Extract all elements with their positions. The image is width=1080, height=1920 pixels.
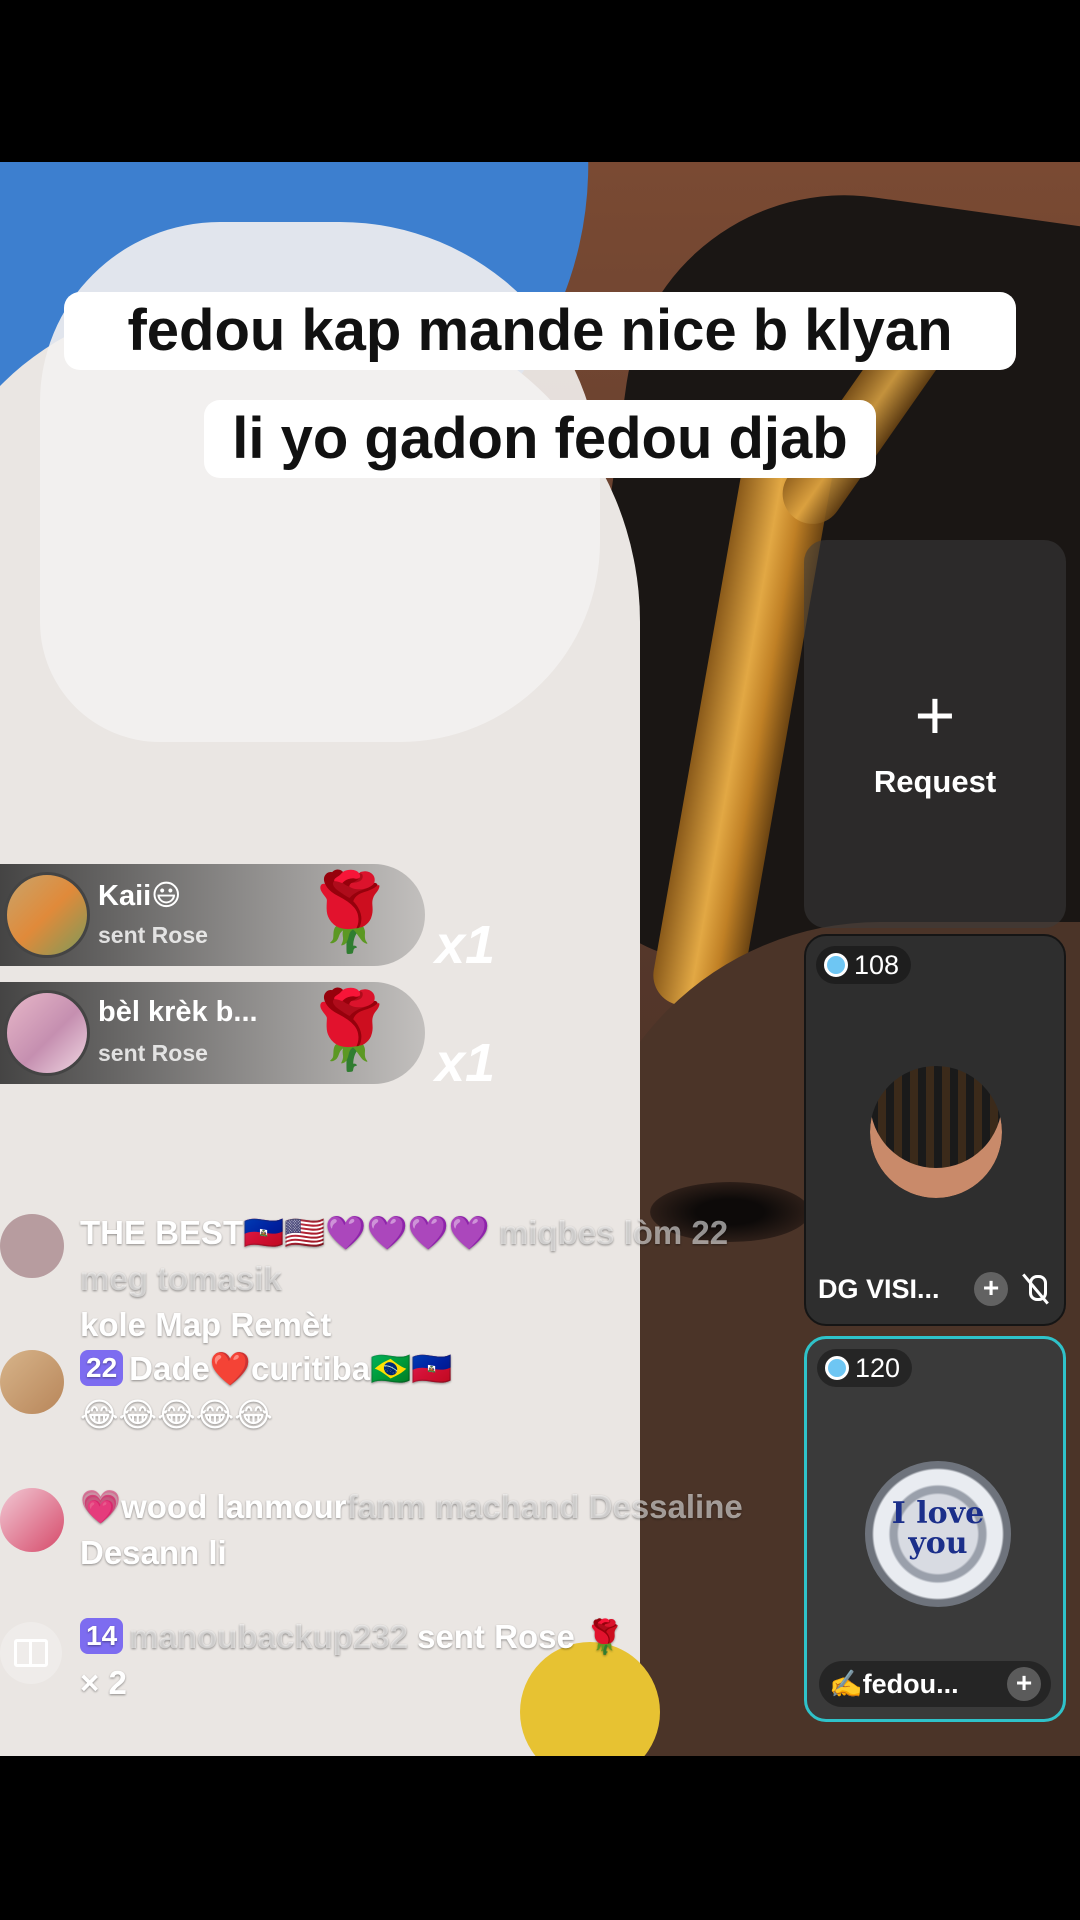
chat-text: 💗wood lanmourfanm machand Dessaline Desa… [80,1484,790,1576]
gift-action: sent Rose [98,922,208,948]
guest-name: ✍️fedou... [829,1669,959,1699]
gift-notification[interactable]: Kaii😃 sent Rose 🌹 [0,864,425,966]
chat-gift-text: sent Rose 🌹 [417,1618,626,1655]
chat-username: 💗wood lanmour [80,1488,347,1525]
chat-username: Dade❤️curitiba🇧🇷🇭🇹 [129,1350,453,1387]
level-badge: 22 [80,1350,124,1386]
bottom-letterbox [0,1756,1080,1920]
avatar[interactable] [870,1066,1002,1198]
gift-sender-name: Kaii😃 [98,880,182,912]
request-join-button[interactable]: + Request [804,540,1066,928]
mic-muted-icon [1018,1272,1052,1306]
chat-faded-text: fanm machand Dessaline [346,1488,743,1525]
chat-text: 22 Dade❤️curitiba🇧🇷🇭🇹 😂😂😂😂😂 [80,1346,790,1438]
plus-icon: + [914,676,956,754]
avatar[interactable] [4,990,90,1076]
gift-sender-name: bèl krèk b... [98,996,258,1028]
gift-action: sent Rose [98,1040,208,1066]
avatar[interactable] [0,1488,64,1552]
chat-text: 14 manoubackup232 sent Rose 🌹 × 2 [80,1614,790,1706]
guest-card[interactable]: 108 DG VISI... + [804,934,1066,1326]
chat-body: kole Map Remèt [80,1306,332,1343]
avatar-badge-text: I love you [891,1496,985,1561]
gift-count: x1 [435,915,496,975]
chat-body: Desann li [80,1534,227,1571]
caption-text: fedou kap mande nice b klyan [64,292,1016,370]
guest-score: 108 [816,946,912,984]
guest-score-value: 108 [854,950,900,980]
guest-name-bar: DG VISI... + [818,1266,1052,1312]
top-letterbox [0,0,1080,162]
request-label: Request [873,764,997,799]
gift-notification[interactable]: bèl krèk b... sent Rose 🌹 [0,982,425,1084]
guest-name: DG VISI... [818,1273,940,1304]
caption-text: li yo gadon fedou djab [204,400,876,478]
coin-icon [825,1356,849,1380]
guest-score: 120 [817,1349,913,1387]
avatar[interactable] [0,1350,64,1414]
guest-score-value: 120 [855,1353,901,1383]
level-badge: 14 [80,1618,124,1654]
chat-username: THE BEST🇭🇹🇺🇸💜💜💜💜 [80,1214,490,1251]
avatar[interactable] [4,872,90,958]
follow-plus-button[interactable]: + [1007,1667,1041,1701]
gift-button[interactable] [0,1622,62,1684]
guest-card[interactable]: 120 I love you ✍️fedou... + [804,1336,1066,1722]
chat-username: manoubackup232 [129,1618,408,1655]
caption-line-1: fedou kap mande nice b klyan [0,292,1080,370]
caption-line-2: li yo gadon fedou djab [0,400,1080,478]
follow-plus-button[interactable]: + [974,1272,1008,1306]
rose-icon: 🌹 [302,870,397,955]
coin-icon [824,953,848,977]
rose-icon: 🌹 [302,988,397,1073]
gift-icon [14,1639,48,1667]
gift-count: x1 [435,1033,496,1093]
chat-text: THE BEST🇭🇹🇺🇸💜💜💜💜 miqbes lòm 22 meg tomas… [80,1210,790,1348]
chat-body: 😂😂😂😂😂 [80,1396,273,1433]
chat-body: × 2 [80,1664,127,1701]
guest-name-bar: ✍️fedou... + [819,1661,1051,1707]
avatar[interactable] [0,1214,64,1278]
